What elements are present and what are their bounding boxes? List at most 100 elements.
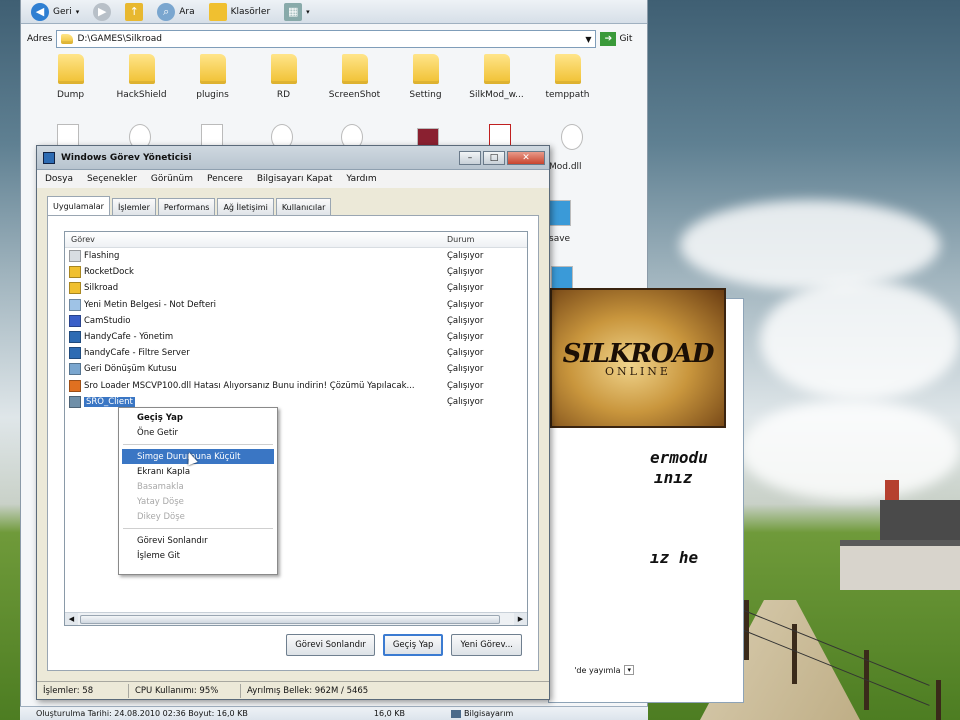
- table-row[interactable]: Yeni Metin Belgesi - Not Defteri Çalışıyo…: [65, 297, 527, 313]
- cloud: [760, 280, 960, 400]
- computer-label: Bilgisayarım: [463, 709, 514, 718]
- computer-indicator: Bilgisayarım: [450, 709, 514, 718]
- context-menu-item[interactable]: Görevi Sonlandır: [119, 533, 277, 548]
- table-row[interactable]: Geri Dönüşüm Kutusu Çalışıyor: [65, 361, 527, 377]
- table-row[interactable]: RocketDock Çalışıyor: [65, 264, 527, 280]
- application-icon: [69, 298, 81, 311]
- folder-item[interactable]: plugins: [177, 54, 248, 100]
- task-name: handyCafe - Filtre Server: [84, 348, 190, 359]
- context-menu-item[interactable]: Ekranı Kapla: [119, 464, 277, 479]
- application-icon: [69, 331, 81, 344]
- task-name: RocketDock: [84, 267, 134, 278]
- new-task-button[interactable]: Yeni Görev...: [451, 634, 522, 656]
- cloud: [740, 400, 960, 500]
- folder-item[interactable]: Setting: [390, 54, 461, 100]
- task-manager-titlebar[interactable]: Windows Görev Yöneticisi – □ ✕: [37, 146, 549, 170]
- context-menu-item[interactable]: Geçiş Yap: [119, 410, 277, 425]
- end-task-button[interactable]: Görevi Sonlandır: [286, 634, 375, 656]
- folder-item[interactable]: temppath: [532, 54, 603, 100]
- file-created-info: Oluşturulma Tarihi: 24.08.2010 02:36 Boy…: [36, 709, 248, 718]
- table-row[interactable]: Silkroad Çalışıyor: [65, 280, 527, 296]
- application-icon: [69, 379, 81, 392]
- file-label: Mod.dll: [549, 162, 582, 172]
- tab-item[interactable]: İşlemler: [111, 198, 156, 215]
- task-manager-icon: [43, 151, 55, 164]
- task-status: Çalışıyor: [447, 364, 484, 375]
- go-button[interactable]: ➔ Git: [600, 32, 632, 46]
- folder-item[interactable]: HackShield: [106, 54, 177, 100]
- folder-icon: [57, 54, 84, 84]
- task-status: Çalışıyor: [447, 299, 484, 310]
- task-cell: Sro Loader MSCVP100.dll Hatası Alıyorsan…: [65, 379, 441, 392]
- tab-item[interactable]: Uygulamalar: [47, 196, 110, 215]
- maximize-button[interactable]: □: [483, 150, 505, 165]
- forward-button[interactable]: ▶: [93, 2, 112, 21]
- table-row[interactable]: Flashing Çalışıyor: [65, 248, 527, 264]
- forward-arrow-icon: ▶: [93, 2, 112, 21]
- task-cell: HandyCafe - Yönetim: [65, 331, 441, 344]
- tab-item[interactable]: Kullanıcılar: [275, 198, 332, 215]
- context-menu-item[interactable]: Öne Getir: [119, 425, 277, 440]
- scroll-left-icon[interactable]: ◀: [65, 613, 78, 625]
- file-icon[interactable]: [549, 200, 571, 226]
- folder-label: HackShield: [116, 90, 167, 100]
- file-label: save: [549, 234, 571, 244]
- task-name: Sro Loader MSCVP100.dll Hatası Alıyorsan…: [84, 380, 415, 391]
- menu-item[interactable]: Seçenekler: [87, 174, 137, 184]
- folder-item[interactable]: Dump: [35, 54, 106, 100]
- search-button[interactable]: ⌕ Ara: [157, 2, 195, 21]
- fence-image: [740, 600, 960, 720]
- menu-item[interactable]: Yardım: [346, 174, 376, 184]
- back-button[interactable]: ◀ Geri ▾: [31, 2, 80, 21]
- application-icon: [69, 395, 81, 408]
- application-icon: [69, 314, 81, 327]
- table-row[interactable]: Sro Loader MSCVP100.dll Hatası Alıyorsan…: [65, 378, 527, 394]
- folders-button[interactable]: Klasörler: [208, 2, 271, 21]
- address-input[interactable]: D:\GAMES\Silkroad ▼: [56, 30, 597, 48]
- column-task[interactable]: Görev: [65, 235, 441, 244]
- file-icon[interactable]: [561, 124, 583, 150]
- tab-item[interactable]: Performans: [157, 198, 216, 215]
- folder-label: Dump: [56, 90, 85, 100]
- tab-item[interactable]: Ağ İletişimi: [217, 198, 274, 215]
- menu-item[interactable]: Dosya: [45, 174, 73, 184]
- task-cell: SRO_Client: [65, 395, 441, 408]
- folder-item[interactable]: ScreenShot: [319, 54, 390, 100]
- scroll-thumb[interactable]: [80, 614, 500, 624]
- publish-link[interactable]: 'de yayımla ▾: [548, 660, 634, 680]
- views-icon: ▦: [284, 2, 303, 21]
- folder-label: ScreenShot: [328, 90, 381, 100]
- menu-item[interactable]: Pencere: [207, 174, 243, 184]
- table-row[interactable]: HandyCafe - Yönetim Çalışıyor: [65, 329, 527, 345]
- table-row[interactable]: CamStudio Çalışıyor: [65, 313, 527, 329]
- context-menu-item[interactable]: İşleme Git: [119, 548, 277, 563]
- up-folder-button[interactable]: ↑: [125, 2, 144, 21]
- folder-item[interactable]: SilkMod_w...: [461, 54, 532, 100]
- folder-item[interactable]: RD: [248, 54, 319, 100]
- chevron-down-icon: ▾: [75, 7, 80, 16]
- views-button[interactable]: ▦ ▾: [284, 2, 310, 21]
- task-status: Çalışıyor: [447, 251, 484, 262]
- silkroad-logo-sub: ONLINE: [605, 364, 671, 378]
- folder-label: RD: [276, 90, 291, 100]
- search-icon: ⌕: [157, 2, 176, 21]
- scroll-right-icon[interactable]: ▶: [514, 613, 527, 625]
- menu-item[interactable]: Görünüm: [151, 174, 193, 184]
- menu-item[interactable]: Bilgisayarı Kapat: [257, 174, 333, 184]
- column-status[interactable]: Durum: [441, 235, 474, 244]
- folder-icon: [61, 34, 74, 44]
- table-row[interactable]: handyCafe - Filtre Server Çalışıyor: [65, 345, 527, 361]
- minimize-button[interactable]: –: [459, 150, 481, 165]
- file-size: 16,0 KB: [373, 709, 405, 718]
- folders-label: Klasörler: [230, 6, 271, 17]
- explorer-toolbar: ◀ Geri ▾ ▶ ↑ ⌕ Ara Klasörler ▦ ▾: [21, 0, 647, 24]
- context-menu-item: Yatay Döşe: [137, 496, 184, 507]
- horizontal-scrollbar[interactable]: ◀ ▶: [65, 612, 527, 625]
- address-bar: Adres D:\GAMES\Silkroad ▼ ➔ Git: [21, 28, 647, 50]
- task-name: Yeni Metin Belgesi - Not Defteri: [84, 299, 217, 310]
- close-button[interactable]: ✕: [507, 150, 545, 165]
- silkroad-text-line: ız he: [650, 548, 699, 567]
- chevron-down-icon[interactable]: ▼: [581, 35, 595, 44]
- task-cell: RocketDock: [65, 266, 441, 279]
- switch-to-button[interactable]: Geçiş Yap: [382, 634, 444, 656]
